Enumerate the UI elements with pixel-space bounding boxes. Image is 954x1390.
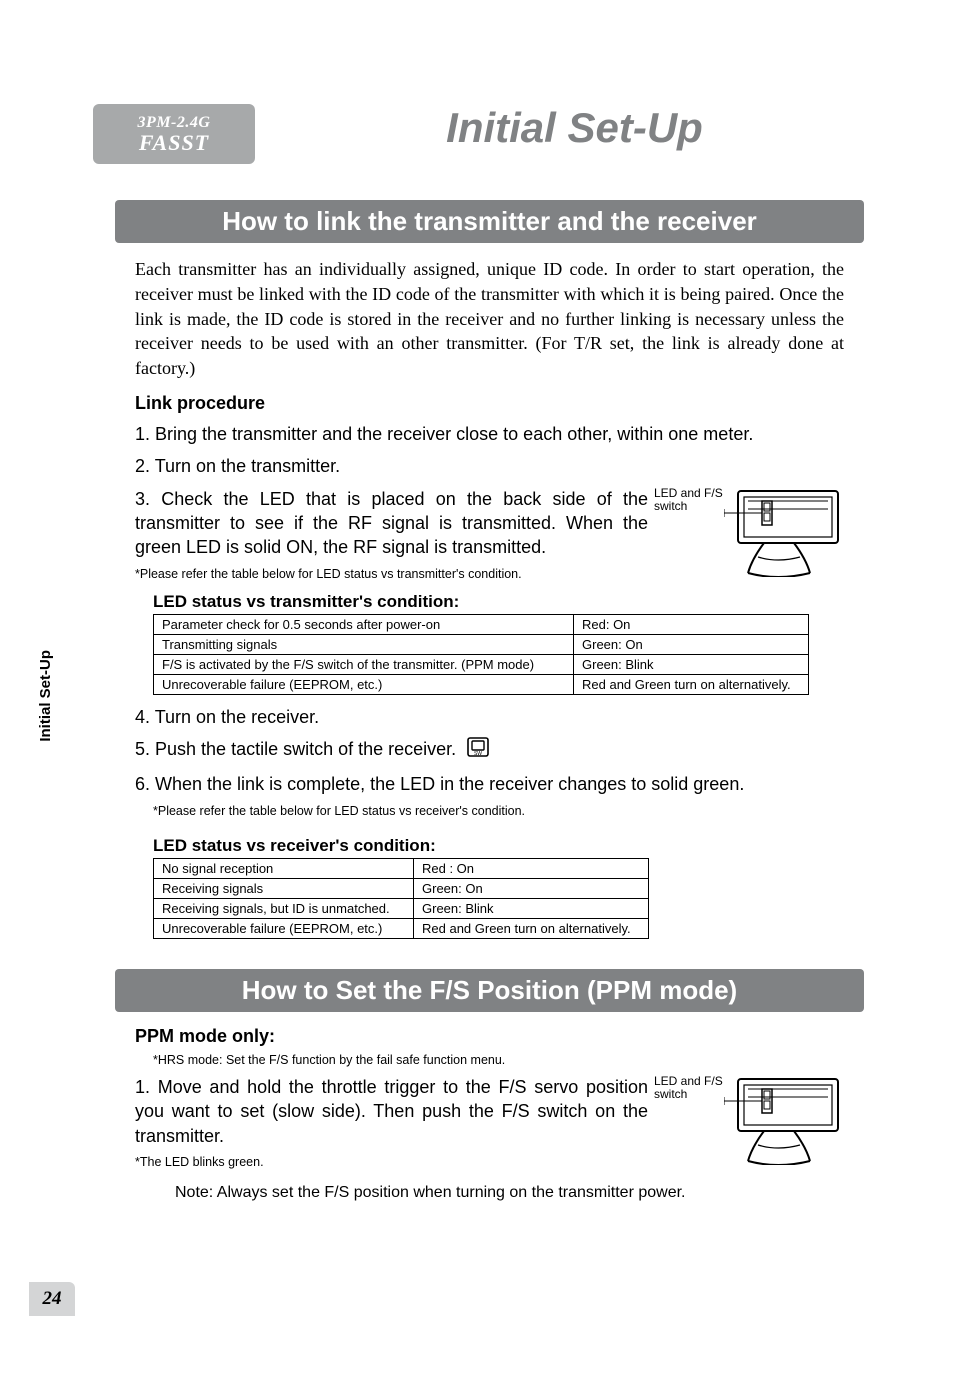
cell: Green: Blink: [414, 898, 649, 918]
step-6-note: *Please refer the table below for LED st…: [153, 804, 844, 818]
fs-step-1: 1. Move and hold the throttle trigger to…: [135, 1077, 648, 1146]
table-row: Unrecoverable failure (EEPROM, etc.)Red …: [154, 674, 809, 694]
step-3-note: *Please refer the table below for LED st…: [135, 567, 522, 581]
table-row: F/S is activated by the F/S switch of th…: [154, 654, 809, 674]
cell: Red: On: [574, 614, 809, 634]
side-tab: Initial Set-Up: [37, 650, 54, 742]
model-badge: 3PM-2.4G FASST: [93, 104, 255, 164]
rx-table: No signal receptionRed : On Receiving si…: [153, 858, 649, 939]
table-row: Receiving signals, but ID is unmatched.G…: [154, 898, 649, 918]
step-3-text: 3. Check the LED that is placed on the b…: [135, 487, 648, 584]
table-row: Receiving signalsGreen: On: [154, 878, 649, 898]
page: 3PM-2.4G FASST Initial Set-Up How to lin…: [0, 0, 954, 1350]
section-fs-bar: How to Set the F/S Position (PPM mode): [115, 969, 864, 1012]
link-procedure-head: Link procedure: [135, 393, 844, 414]
table-row: No signal receptionRed : On: [154, 858, 649, 878]
table-row: Transmitting signalsGreen: On: [154, 634, 809, 654]
section1-intro: Each transmitter has an individually ass…: [135, 257, 844, 381]
tx-table-title: LED status vs transmitter's condition:: [153, 592, 844, 612]
cell: Parameter check for 0.5 seconds after po…: [154, 614, 574, 634]
section-link-bar: How to link the transmitter and the rece…: [115, 200, 864, 243]
transmitter-icon: [724, 487, 844, 577]
fig-label-1: LED and F/S switch: [654, 487, 724, 513]
cell: F/S is activated by the F/S switch of th…: [154, 654, 574, 674]
page-title: Initial Set-Up: [285, 104, 864, 152]
fs-step-1-text: 1. Move and hold the throttle trigger to…: [135, 1075, 648, 1172]
step-2: 2. Turn on the transmitter.: [135, 454, 844, 478]
tx-table: Parameter check for 0.5 seconds after po…: [153, 614, 809, 695]
step-3: 3. Check the LED that is placed on the b…: [135, 489, 648, 558]
ppm-mode-head: PPM mode only:: [135, 1026, 844, 1047]
svg-text:SW: SW: [474, 751, 482, 757]
transmitter-icon: [724, 1075, 844, 1165]
cell: Green: On: [414, 878, 649, 898]
cell: Unrecoverable failure (EEPROM, etc.): [154, 918, 414, 938]
table-row: Unrecoverable failure (EEPROM, etc.)Red …: [154, 918, 649, 938]
tactile-switch-icon: SW: [467, 737, 489, 763]
cell: Red and Green turn on alternatively.: [414, 918, 649, 938]
page-number-text: 24: [43, 1288, 62, 1310]
step-1: 1. Bring the transmitter and the receive…: [135, 422, 844, 446]
page-number: 24: [29, 1282, 75, 1316]
badge-bottom: FASST: [139, 132, 209, 154]
cell: Unrecoverable failure (EEPROM, etc.): [154, 674, 574, 694]
step-6: 6. When the link is complete, the LED in…: [135, 772, 844, 796]
cell: Red and Green turn on alternatively.: [574, 674, 809, 694]
fig-label-2: LED and F/S switch: [654, 1075, 724, 1101]
rx-table-title: LED status vs receiver's condition:: [153, 836, 844, 856]
cell: Receiving signals: [154, 878, 414, 898]
transmitter-figure-2: LED and F/S switch: [654, 1075, 844, 1165]
cell: Transmitting signals: [154, 634, 574, 654]
cell: Red : On: [414, 858, 649, 878]
step-3-row: 3. Check the LED that is placed on the b…: [135, 487, 844, 584]
fs-step-1-note: *The LED blinks green.: [135, 1155, 264, 1169]
transmitter-figure-1: LED and F/S switch: [654, 487, 844, 577]
cell: Receiving signals, but ID is unmatched.: [154, 898, 414, 918]
hrs-mode-note: *HRS mode: Set the F/S function by the f…: [153, 1053, 844, 1067]
step-4: 4. Turn on the receiver.: [135, 705, 844, 729]
cell: Green: On: [574, 634, 809, 654]
step-5-row: 5. Push the tactile switch of the receiv…: [135, 737, 844, 763]
table-row: Parameter check for 0.5 seconds after po…: [154, 614, 809, 634]
fs-step-1-row: 1. Move and hold the throttle trigger to…: [135, 1075, 844, 1172]
fs-note: Note: Always set the F/S position when t…: [175, 1184, 844, 1202]
step-5: 5. Push the tactile switch of the receiv…: [135, 739, 456, 759]
section2-area: How to Set the F/S Position (PPM mode) P…: [115, 969, 864, 1202]
cell: No signal reception: [154, 858, 414, 878]
cell: Green: Blink: [574, 654, 809, 674]
header-row: 3PM-2.4G FASST Initial Set-Up: [115, 110, 864, 170]
